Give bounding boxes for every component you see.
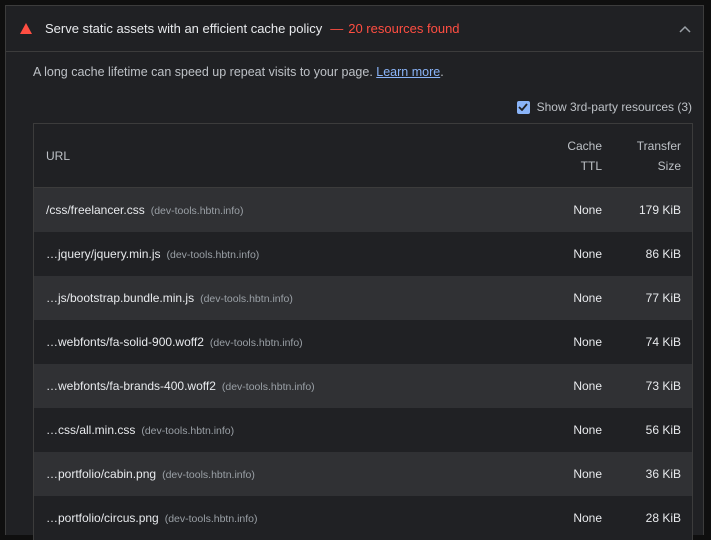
header-cache-ttl-line2: TTL: [580, 158, 602, 173]
learn-more-link[interactable]: Learn more: [376, 65, 440, 79]
url-host: (dev-tools.hbtn.info): [221, 381, 315, 393]
row-cache-ttl: None: [573, 335, 602, 349]
url-path: …jquery/jquery.min.js: [46, 247, 161, 261]
header-cache-ttl-line1: Cache: [567, 138, 602, 153]
table-row: …jquery/jquery.min.js (dev-tools.hbtn.inf…: [34, 232, 692, 276]
header-url: URL: [46, 148, 71, 163]
url-path: …js/bootstrap.bundle.min.js: [46, 291, 195, 305]
table-row: …css/all.min.css (dev-tools.hbtn.info) No…: [34, 408, 692, 452]
audit-panel: Serve static assets with an efficient ca…: [5, 5, 704, 540]
url-host: (dev-tools.hbtn.info): [141, 425, 235, 437]
chevron-up-icon[interactable]: [679, 25, 691, 33]
warning-triangle-icon: [20, 23, 32, 34]
table-row: …js/bootstrap.bundle.min.js (dev-tools.hb…: [34, 276, 692, 320]
table-row: /css/freelancer.css (dev-tools.hbtn.info)…: [34, 188, 692, 232]
resources-table: URL Cache TTL Transfer Size /css/freelan…: [33, 123, 693, 540]
checkmark-icon: [518, 103, 528, 111]
resource-count: 20 resources found: [348, 21, 460, 36]
url-host: (dev-tools.hbtn.info): [209, 337, 303, 349]
url-path: /css/freelancer.css: [46, 203, 145, 217]
audit-separator: —: [330, 21, 344, 36]
url-path: …portfolio/circus.png: [46, 511, 159, 525]
row-url[interactable]: /css/freelancer.css (dev-tools.hbtn.info): [34, 203, 542, 217]
row-transfer-size: 28 KiB: [645, 511, 681, 525]
row-cache-ttl: None: [573, 511, 602, 525]
row-cache-ttl: None: [573, 291, 602, 305]
row-cache-ttl: None: [573, 247, 602, 261]
audit-description: A long cache lifetime can speed up repea…: [6, 52, 703, 87]
url-host: (dev-tools.hbtn.info): [162, 469, 255, 481]
header-transfer-size: Transfer Size: [602, 136, 692, 176]
row-url[interactable]: …webfonts/fa-solid-900.woff2 (dev-tools.h…: [34, 335, 542, 349]
table-row: …webfonts/fa-brands-400.woff2 (dev-tools.…: [34, 364, 692, 408]
url-host: (dev-tools.hbtn.info): [200, 293, 293, 305]
table-row: …portfolio/cabin.png (dev-tools.hbtn.info…: [34, 452, 692, 496]
row-url[interactable]: …portfolio/circus.png (dev-tools.hbtn.inf…: [34, 511, 542, 525]
row-cache-ttl: None: [573, 467, 602, 481]
url-host: (dev-tools.hbtn.info): [166, 249, 260, 261]
audit-header[interactable]: Serve static assets with an efficient ca…: [6, 6, 703, 52]
row-transfer-size: 73 KiB: [645, 379, 681, 393]
url-path: …webfonts/fa-brands-400.woff2: [46, 379, 216, 393]
row-url[interactable]: …css/all.min.css (dev-tools.hbtn.info): [34, 423, 542, 437]
audit-title: Serve static assets with an efficient ca…: [45, 21, 323, 36]
url-path: …portfolio/cabin.png: [46, 467, 157, 481]
url-host: (dev-tools.hbtn.info): [150, 205, 244, 217]
url-path: …webfonts/fa-solid-900.woff2: [46, 335, 204, 349]
row-url[interactable]: …portfolio/cabin.png (dev-tools.hbtn.info…: [34, 467, 542, 481]
row-cache-ttl: None: [573, 203, 602, 217]
row-url[interactable]: …webfonts/fa-brands-400.woff2 (dev-tools.…: [34, 379, 542, 393]
third-party-checkbox[interactable]: [516, 100, 530, 114]
third-party-toggle[interactable]: Show 3rd-party resources (3): [6, 99, 703, 115]
row-transfer-size: 36 KiB: [645, 467, 681, 481]
row-cache-ttl: None: [573, 423, 602, 437]
table-header: URL Cache TTL Transfer Size: [34, 124, 692, 188]
description-suffix: .: [440, 65, 444, 79]
row-url[interactable]: …jquery/jquery.min.js (dev-tools.hbtn.inf…: [34, 247, 542, 261]
header-transfer-size-line2: Size: [657, 158, 681, 173]
row-transfer-size: 74 KiB: [645, 335, 681, 349]
third-party-label: Show 3rd-party resources (3): [536, 100, 692, 114]
url-path: …css/all.min.css: [46, 423, 136, 437]
header-cache-ttl: Cache TTL: [542, 136, 602, 176]
row-transfer-size: 56 KiB: [645, 423, 681, 437]
table-row: …webfonts/fa-solid-900.woff2 (dev-tools.h…: [34, 320, 692, 364]
row-transfer-size: 86 KiB: [645, 247, 681, 261]
row-transfer-size: 179 KiB: [638, 203, 681, 217]
row-url[interactable]: …js/bootstrap.bundle.min.js (dev-tools.hb…: [34, 291, 542, 305]
url-host: (dev-tools.hbtn.info): [164, 513, 258, 525]
row-cache-ttl: None: [573, 379, 602, 393]
row-transfer-size: 77 KiB: [645, 291, 681, 305]
header-transfer-size-line1: Transfer: [636, 138, 681, 153]
table-row: …portfolio/circus.png (dev-tools.hbtn.inf…: [34, 496, 692, 540]
description-text: A long cache lifetime can speed up repea…: [33, 65, 377, 79]
